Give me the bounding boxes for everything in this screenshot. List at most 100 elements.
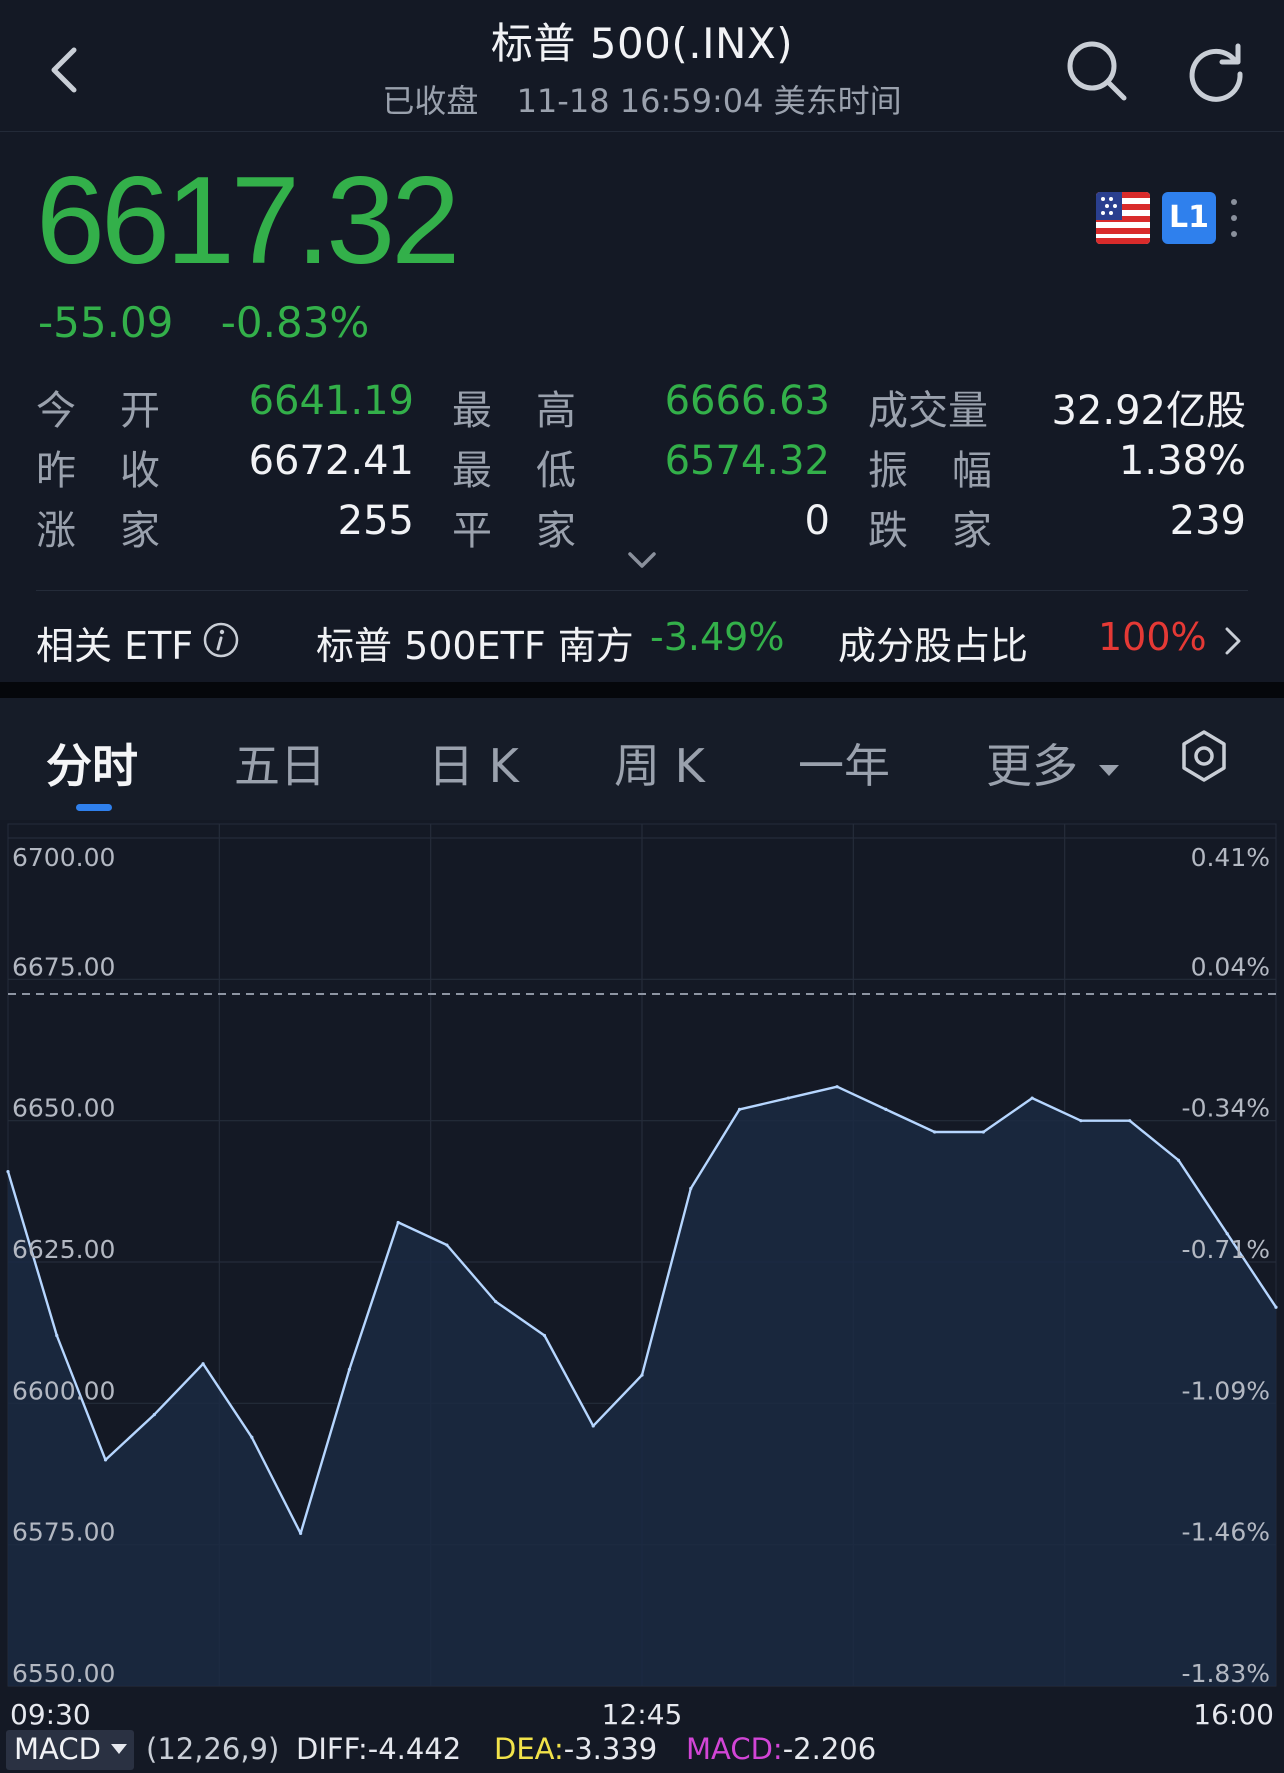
price-point bbox=[591, 1424, 595, 1428]
stat-label: 今开 bbox=[36, 378, 160, 436]
y-tick-label-left: 6550.00 bbox=[12, 1659, 115, 1688]
info-icon[interactable] bbox=[202, 621, 240, 659]
refresh-icon[interactable] bbox=[1178, 32, 1254, 108]
price-point bbox=[640, 1373, 644, 1377]
gear-icon[interactable] bbox=[1178, 728, 1230, 784]
timestamp: 11-18 16:59:04 美东时间 bbox=[516, 82, 902, 120]
tab-daily-k[interactable]: 日 K bbox=[428, 730, 519, 796]
price-point bbox=[55, 1333, 59, 1338]
price-point bbox=[1079, 1119, 1083, 1123]
etf-name[interactable]: 标普 500ETF 南方 bbox=[316, 615, 634, 670]
stat-label-part: 高 bbox=[536, 388, 576, 434]
stat-label: 跌家 bbox=[868, 498, 992, 556]
y-tick-label-right: -1.09% bbox=[1182, 1376, 1270, 1405]
caret-down-icon bbox=[111, 1744, 127, 1754]
indicator-bar: MACD (12,26,9) DIFF:-4.442 DEA:-3.339 MA… bbox=[0, 1728, 1284, 1773]
indicator-params: (12,26,9) bbox=[146, 1732, 280, 1766]
x-tick-label: 09:30 bbox=[10, 1698, 91, 1731]
price-point bbox=[201, 1362, 205, 1366]
stat-label-part: 振 bbox=[868, 448, 908, 494]
tab-one-year[interactable]: 一年 bbox=[798, 730, 890, 796]
active-tab-indicator bbox=[76, 804, 112, 811]
caret-down-icon bbox=[1098, 764, 1119, 776]
macd-value: -2.206 bbox=[782, 1732, 877, 1766]
price-point bbox=[299, 1531, 303, 1535]
price-point bbox=[689, 1186, 693, 1191]
y-tick-label-left: 6700.00 bbox=[12, 843, 115, 872]
stat-value: 6641.19 bbox=[248, 378, 414, 424]
stat-label-part: 家 bbox=[952, 508, 992, 554]
stat-label-part: 跌 bbox=[868, 508, 908, 554]
stat-label-part: 涨 bbox=[36, 508, 76, 554]
price-point bbox=[250, 1435, 254, 1439]
more-vertical-icon[interactable] bbox=[1224, 194, 1244, 242]
x-tick-label: 12:45 bbox=[602, 1698, 683, 1731]
indicator-name: MACD bbox=[14, 1732, 101, 1766]
diff-value: -4.442 bbox=[367, 1732, 462, 1766]
y-tick-label-left: 6575.00 bbox=[12, 1518, 115, 1547]
section-divider bbox=[0, 682, 1284, 698]
price-point bbox=[152, 1413, 156, 1417]
y-tick-label-right: -0.34% bbox=[1182, 1094, 1270, 1123]
stat-value: 1.38% bbox=[1118, 438, 1246, 484]
dea-readout: DEA:-3.339 bbox=[494, 1732, 657, 1766]
dea-label: DEA: bbox=[494, 1732, 564, 1766]
price-point bbox=[103, 1458, 108, 1462]
stat-label-part: 家 bbox=[120, 508, 160, 554]
price-change: -55.09 -0.83% bbox=[38, 298, 403, 347]
price-point bbox=[933, 1130, 937, 1134]
y-tick-label-left: 6625.00 bbox=[12, 1235, 115, 1264]
stat-label: 平家 bbox=[452, 498, 576, 556]
price-point bbox=[981, 1130, 985, 1134]
diff-label: DIFF: bbox=[296, 1732, 368, 1766]
price-point bbox=[396, 1220, 400, 1225]
macd-readout: MACD:-2.206 bbox=[686, 1732, 876, 1766]
stat-label-part: 收 bbox=[120, 448, 160, 494]
price-point bbox=[347, 1367, 351, 1372]
tab-intraday[interactable]: 分时 bbox=[46, 730, 138, 796]
stat-label-part: 成交量 bbox=[868, 388, 988, 434]
stat-value: 32.92亿股 bbox=[1051, 388, 1246, 434]
price-point bbox=[737, 1107, 742, 1111]
chevron-right-icon[interactable] bbox=[1222, 625, 1244, 657]
chevron-down-icon[interactable] bbox=[624, 548, 660, 572]
indicator-selector[interactable]: MACD bbox=[6, 1730, 134, 1770]
y-tick-label-right: -1.46% bbox=[1182, 1518, 1270, 1547]
stat-label: 成交量 bbox=[868, 378, 992, 436]
stat-value: 0 bbox=[804, 498, 830, 544]
tab-weekly-k[interactable]: 周 K bbox=[614, 730, 705, 796]
level-badge: L1 bbox=[1162, 192, 1216, 244]
intraday-chart[interactable]: 6700.00 0.41% 6675.00 0.04% 6650.00 -0.34% 662… bbox=[0, 820, 1284, 1773]
tab-five-day[interactable]: 五日 bbox=[234, 730, 326, 796]
price-point bbox=[835, 1085, 839, 1089]
macd-label: MACD: bbox=[686, 1732, 783, 1766]
tab-more-label: 更多 bbox=[986, 739, 1078, 793]
change-value: -55.09 bbox=[38, 298, 174, 347]
stat-label: 最高 bbox=[452, 378, 576, 436]
market-badges[interactable]: L1 bbox=[1096, 190, 1246, 248]
stat-label-part: 昨 bbox=[36, 448, 76, 494]
last-price: 6617.32 bbox=[36, 152, 460, 290]
price-point bbox=[494, 1299, 498, 1304]
stat-label-part: 低 bbox=[536, 448, 576, 494]
related-etf-label: 相关 ETF bbox=[36, 624, 194, 668]
stat-label-part: 今 bbox=[36, 388, 76, 434]
stat-value: 255 bbox=[337, 498, 414, 544]
price-point bbox=[1176, 1158, 1181, 1162]
y-tick-label-right: -0.71% bbox=[1182, 1235, 1270, 1264]
stat-label-part: 最 bbox=[452, 448, 492, 494]
us-flag-icon bbox=[1096, 192, 1150, 244]
stat-label: 振幅 bbox=[868, 438, 992, 496]
y-tick-label-left: 6650.00 bbox=[12, 1094, 115, 1123]
price-point bbox=[1030, 1096, 1034, 1100]
price-point bbox=[6, 1169, 10, 1174]
stat-label-part: 幅 bbox=[952, 448, 992, 494]
y-tick-label-right: 0.41% bbox=[1191, 843, 1270, 872]
header: 标普 500(.INX) 已收盘 11-18 16:59:04 美东时间 bbox=[0, 0, 1284, 132]
price-point bbox=[1274, 1305, 1278, 1309]
related-etf-row[interactable]: 相关 ETF 标普 500ETF 南方 -3.49% 成分股占比 100% bbox=[36, 590, 1248, 680]
price-point bbox=[1128, 1119, 1132, 1123]
tab-more[interactable]: 更多 bbox=[986, 730, 1121, 796]
search-icon[interactable] bbox=[1058, 32, 1134, 108]
y-tick-label-right: -1.83% bbox=[1182, 1659, 1270, 1688]
